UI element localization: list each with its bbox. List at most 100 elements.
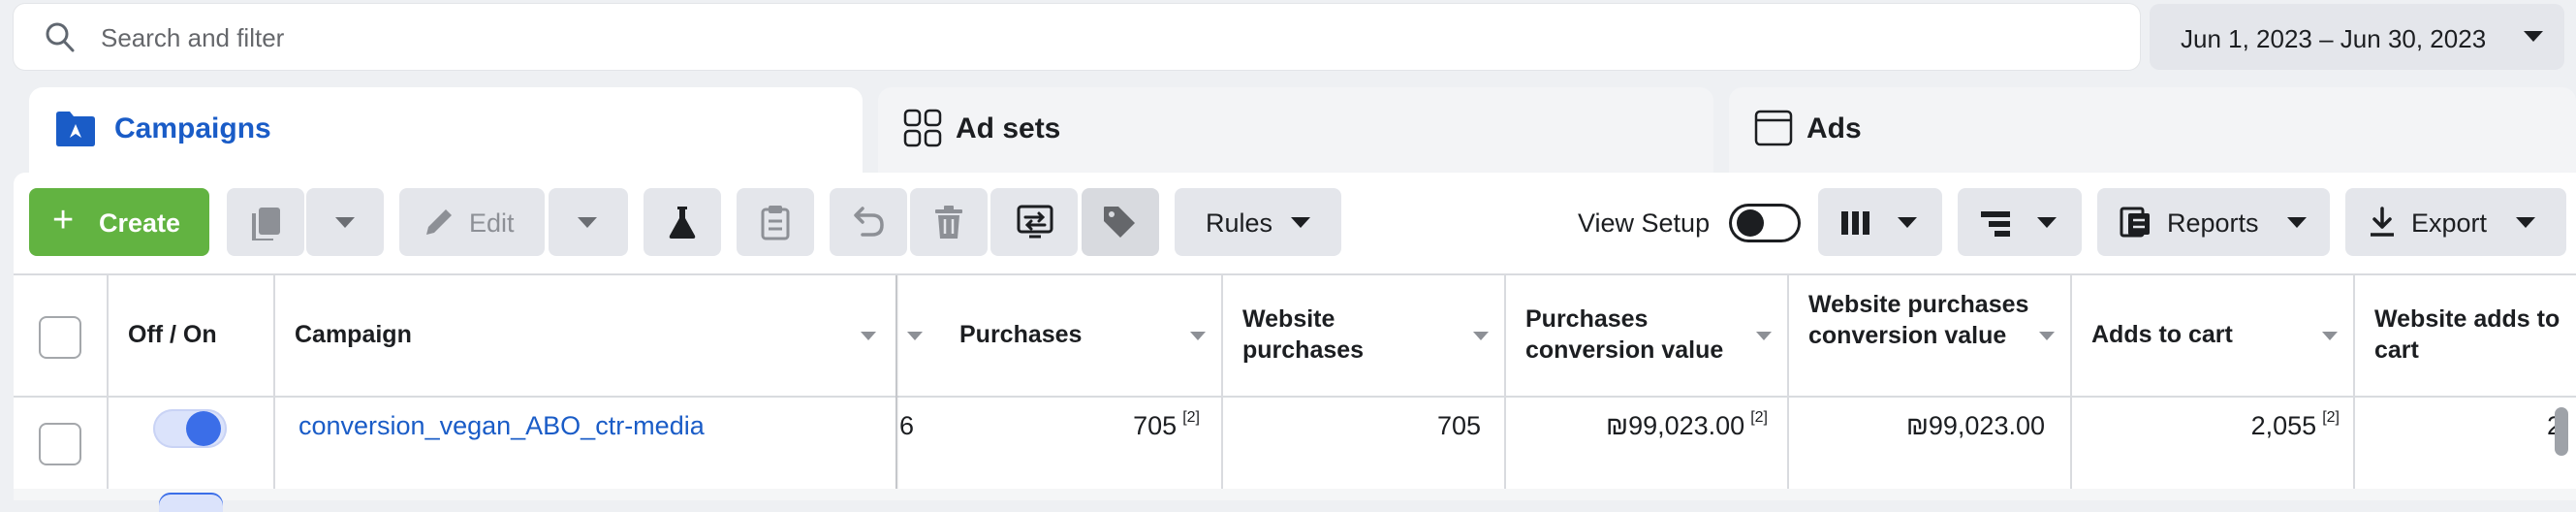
export-button[interactable]: Export — [2345, 188, 2566, 256]
clipboard-button[interactable] — [737, 188, 814, 256]
date-range-label: Jun 1, 2023 – Jun 30, 2023 — [2181, 24, 2487, 53]
edit-dropdown[interactable] — [549, 188, 628, 256]
column-divider — [1504, 273, 1506, 500]
horizontal-scroll-handle[interactable] — [2555, 407, 2568, 456]
sort-caret-icon[interactable] — [1756, 332, 1772, 340]
search-bar[interactable]: Search and filter — [14, 4, 2140, 70]
undo-icon — [854, 207, 884, 237]
chevron-down-icon — [2037, 217, 2057, 228]
header-purchases[interactable]: Purchases — [959, 319, 1082, 350]
select-all-checkbox[interactable] — [39, 316, 81, 359]
campaign-name-link[interactable]: conversion_vegan_ABO_ctr-media — [298, 411, 705, 441]
column-divider — [107, 273, 109, 500]
footnote-marker[interactable]: [2] — [1750, 409, 1768, 426]
sort-caret-icon[interactable] — [2039, 332, 2055, 340]
column-divider — [273, 273, 275, 500]
header-website-purchases[interactable]: Website purchases — [1242, 304, 1436, 366]
window-icon — [1754, 110, 1793, 146]
breakdown-button[interactable] — [1958, 188, 2082, 256]
footnote-marker[interactable]: [2] — [1182, 409, 1200, 426]
delete-button[interactable] — [910, 188, 988, 256]
website-purchases-value: 705 — [1436, 411, 1481, 440]
chevron-down-icon — [1291, 217, 1310, 228]
clipboard-icon — [761, 206, 790, 240]
breakdown-icon — [1981, 211, 2010, 237]
purchases-value: 705 — [1133, 411, 1178, 440]
sort-caret-icon[interactable] — [907, 332, 923, 340]
sort-caret-icon[interactable] — [1473, 332, 1489, 340]
create-label: Create — [99, 208, 181, 238]
purchases-conversion-value-cell: ₪99,023.00 [2] — [1522, 409, 1768, 441]
partial-cell: 6 — [899, 411, 915, 440]
chevron-down-icon — [2287, 217, 2307, 228]
header-off-on: Off / On — [128, 321, 217, 348]
search-icon — [46, 22, 75, 52]
chevron-down-icon — [1898, 217, 1917, 228]
column-divider — [1221, 273, 1223, 500]
tab-label: Ads — [1806, 112, 1862, 144]
tab-ad-sets[interactable]: Ad sets — [878, 87, 1713, 175]
duplicate-dropdown[interactable] — [306, 188, 384, 256]
sort-caret-icon[interactable] — [1190, 332, 1206, 340]
tag-icon — [1104, 207, 1135, 238]
header-campaign[interactable]: Campaign — [295, 319, 412, 350]
trash-icon — [935, 206, 962, 239]
header-website-adds-to-cart[interactable]: Website adds to cart — [2374, 304, 2576, 366]
frozen-column-shadow — [895, 275, 899, 500]
column-divider — [2070, 273, 2072, 500]
table-row — [14, 489, 2576, 500]
reports-label: Reports — [2167, 208, 2259, 238]
adds-to-cart-value: 2,055 — [2250, 411, 2317, 440]
chevron-down-icon — [335, 217, 355, 228]
chevron-down-icon — [2516, 217, 2535, 228]
column-divider — [1787, 273, 1789, 500]
search-input[interactable]: Search and filter — [101, 23, 284, 53]
header-adds-to-cart[interactable]: Adds to cart — [2091, 319, 2233, 350]
chevron-down-icon — [2524, 31, 2543, 42]
export-label: Export — [2411, 208, 2488, 238]
grid-icon — [903, 109, 942, 147]
compare-button[interactable] — [990, 188, 1078, 256]
plus-icon: + — [52, 200, 75, 240]
campaign-toggle[interactable] — [159, 493, 223, 512]
header-purchases-conversion-value[interactable]: Purchases conversion value — [1525, 304, 1758, 366]
date-range-picker[interactable]: Jun 1, 2023 – Jun 30, 2023 — [2150, 4, 2564, 70]
chevron-down-icon — [578, 217, 597, 228]
header-bottom-border — [14, 396, 2576, 398]
rules-button[interactable]: Rules — [1175, 188, 1341, 256]
columns-button[interactable] — [1818, 188, 1942, 256]
duplicate-button[interactable] — [227, 188, 304, 256]
tab-campaigns[interactable]: Campaigns — [29, 87, 863, 175]
flask-icon — [669, 207, 696, 239]
folder-icon — [56, 112, 95, 146]
website-purchases-conversion-value-cell: ₪99,023.00 — [1805, 411, 2045, 441]
ab-test-button[interactable] — [644, 188, 721, 256]
view-setup-label: View Setup — [1578, 208, 1711, 238]
toggle-knob — [1737, 209, 1764, 237]
undo-button[interactable] — [830, 188, 907, 256]
toggle-knob — [186, 411, 221, 446]
purchases-conversion-value: ₪99,023.00 — [1606, 411, 1745, 440]
sort-caret-icon[interactable] — [861, 332, 876, 340]
tag-button[interactable] — [1082, 188, 1159, 256]
sort-caret-icon[interactable] — [2322, 332, 2338, 340]
reports-button[interactable]: Reports — [2097, 188, 2330, 256]
create-button[interactable]: + Create — [29, 188, 209, 256]
website-purchases-conversion-value: ₪99,023.00 — [1905, 411, 2045, 440]
rules-label: Rules — [1206, 208, 1273, 238]
purchases-cell: 705 [2] — [969, 409, 1200, 441]
edit-label: Edit — [469, 208, 515, 238]
footnote-marker[interactable]: [2] — [2322, 409, 2340, 426]
swap-icon — [1017, 205, 1053, 239]
website-purchases-cell: 705 — [1241, 411, 1481, 441]
reports-icon — [2120, 207, 2150, 238]
tab-label: Ad sets — [956, 112, 1061, 144]
edit-button[interactable]: Edit — [399, 188, 545, 256]
header-website-purchases-conversion-value[interactable]: Website purchases conversion value — [1808, 289, 2041, 351]
download-icon — [2371, 207, 2394, 237]
duplicate-icon — [252, 208, 280, 240]
column-divider — [2353, 273, 2355, 500]
row-checkbox[interactable] — [39, 423, 81, 465]
tab-ads[interactable]: Ads — [1729, 87, 2576, 175]
pencil-icon — [426, 209, 452, 235]
